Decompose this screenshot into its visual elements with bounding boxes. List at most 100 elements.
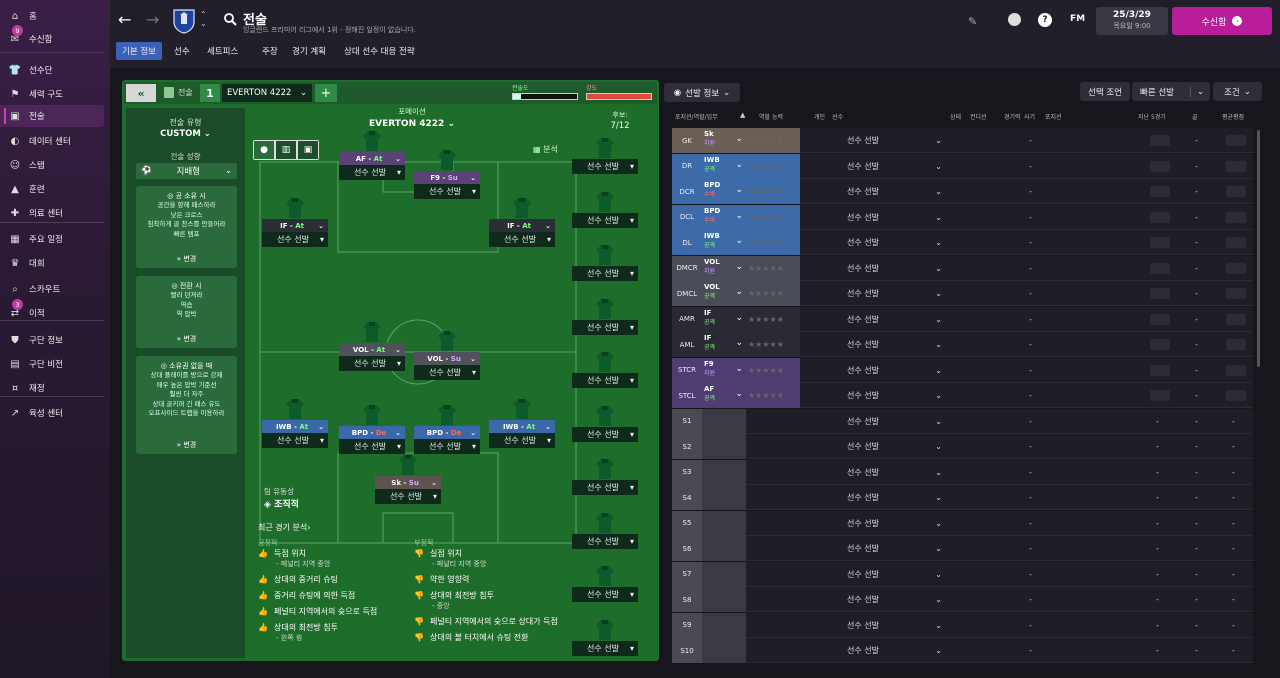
role-label[interactable]: VOL - At ⌄ bbox=[339, 343, 405, 356]
player-select[interactable]: 선수 선발 ⌄ bbox=[847, 536, 942, 561]
style-value[interactable]: CUSTOM ⌄ bbox=[126, 129, 245, 139]
player-select[interactable]: 선수 선발 ⌄ bbox=[847, 332, 942, 357]
reserve-slot[interactable]: 선수 선발 ▾ bbox=[572, 319, 638, 335]
analysis-button[interactable]: ▦ 분석 bbox=[533, 144, 558, 155]
role-label[interactable]: VOL - Su ⌄ bbox=[414, 352, 480, 365]
sidebar-item[interactable]: ▲ 훈련 bbox=[0, 178, 104, 200]
player-select[interactable]: 선수 선발 ⌄ bbox=[847, 358, 942, 383]
player-select[interactable]: 선수 선발 ▾ bbox=[262, 433, 328, 448]
scrollbar[interactable] bbox=[1257, 130, 1260, 367]
formation-select[interactable]: EVERTON 4222 ⌄ bbox=[362, 119, 462, 129]
column-header[interactable]: 개인 bbox=[814, 112, 825, 121]
tab[interactable]: 기본 정보 bbox=[116, 42, 162, 60]
player-select[interactable]: 선수 선발 ▾ bbox=[489, 433, 555, 448]
position-slot[interactable]: VOL - At ⌄ 선수 선발 ▾ bbox=[339, 343, 405, 371]
sidebar-item[interactable]: ⛊ 구단 정보 bbox=[0, 329, 104, 351]
forward-icon[interactable]: → bbox=[146, 12, 162, 28]
sidebar-item[interactable]: ⚑ 세력 구도 bbox=[0, 83, 104, 105]
table-row[interactable]: DLIWB공격⌄★★★★★선수 선발⌄---- bbox=[672, 230, 1253, 255]
collapse-button[interactable]: « bbox=[126, 84, 156, 102]
table-row[interactable]: S4 선수 선발 ⌄ - - - - bbox=[672, 485, 1253, 510]
table-row[interactable]: S10 선수 선발 ⌄ - - - - bbox=[672, 638, 1253, 663]
role-cell[interactable]: BPD 수비 ⌄ bbox=[702, 179, 746, 204]
table-row[interactable]: GKSk지원⌄★★★★★선수 선발⌄---- bbox=[672, 128, 1253, 153]
sidebar-item[interactable]: ✉ 수신함 9 bbox=[0, 25, 104, 50]
table-row[interactable]: S2 선수 선발 ⌄ - - - - bbox=[672, 434, 1253, 459]
position-slot[interactable]: IF - At ⌄ 선수 선발 ▾ bbox=[489, 219, 555, 247]
table-row[interactable]: STCRF9지원⌄★★★★★선수 선발⌄---- bbox=[672, 357, 1253, 383]
column-header[interactable]: 포지션/역할/임무 bbox=[675, 112, 718, 121]
player-select[interactable]: 선수 선발 ⌄ bbox=[847, 230, 942, 255]
player-select[interactable]: 선수 선발 ⌄ bbox=[847, 485, 942, 510]
tab[interactable]: 상대 선수 대응 전략 bbox=[338, 42, 421, 60]
tactic-slot[interactable]: 1 bbox=[200, 84, 220, 102]
reserve-slot[interactable]: 선수 선발 ▾ bbox=[572, 587, 638, 602]
sidebar-item[interactable]: ☺ 스탭 bbox=[0, 154, 104, 176]
table-row[interactable]: AMRIF공격⌄★★★★★선수 선발⌄---- bbox=[672, 306, 1253, 332]
table-row[interactable]: S1 선수 선발 ⌄ - - - - bbox=[672, 408, 1253, 434]
role-cell[interactable]: Sk 지원 ⌄ bbox=[702, 128, 746, 153]
player-select[interactable]: 선수 선발 ▾ bbox=[414, 439, 480, 454]
position-slot[interactable]: IF - At ⌄ 선수 선발 ▾ bbox=[262, 219, 328, 247]
table-row[interactable]: S9 선수 선발 ⌄ - - - - bbox=[672, 612, 1253, 638]
role-label[interactable]: Sk - Su ⌄ bbox=[375, 476, 441, 489]
tab[interactable]: 선수 bbox=[168, 42, 196, 60]
table-row[interactable]: STCLAF공격⌄★★★★★선수 선발⌄---- bbox=[672, 383, 1253, 408]
player-select[interactable]: 선수 선발 ▾ bbox=[262, 232, 328, 247]
player-select[interactable]: 선수 선발 ⌄ bbox=[847, 205, 942, 230]
player-select[interactable]: 선수 선발 ⌄ bbox=[847, 511, 942, 536]
role-label[interactable]: BPD - De ⌄ bbox=[339, 426, 405, 439]
help-icon[interactable]: ? bbox=[1038, 13, 1052, 27]
position-slot[interactable]: BPD - De ⌄ 선수 선발 ▾ bbox=[339, 426, 405, 454]
sidebar-item[interactable]: ↗ 육성 센터 bbox=[0, 402, 104, 424]
sidebar-item[interactable]: ▦ 주요 일정 bbox=[0, 228, 104, 250]
player-select[interactable]: 선수 선발 ▾ bbox=[414, 184, 480, 199]
tactic-name-select[interactable]: EVERTON 4222 ⌄ bbox=[222, 84, 312, 102]
player-select[interactable]: 선수 선발 ⌄ bbox=[847, 562, 942, 587]
player-select[interactable]: 선수 선발 ⌄ bbox=[847, 434, 942, 459]
tab[interactable]: 주장 bbox=[256, 42, 284, 60]
position-slot[interactable]: IWB - At ⌄ 선수 선발 ▾ bbox=[489, 420, 555, 448]
table-row[interactable]: DMCLVOL공격⌄★★★★★선수 선발⌄---- bbox=[672, 281, 1253, 306]
position-slot[interactable]: AF - At ⌄ 선수 선발 ▾ bbox=[339, 152, 405, 180]
player-select[interactable]: 선수 선발 ▾ bbox=[375, 489, 441, 504]
conditions-dropdown[interactable]: 조건 ⌄ bbox=[1213, 82, 1262, 101]
column-header[interactable]: 컨디션 bbox=[970, 112, 987, 121]
role-label[interactable]: IF - At ⌄ bbox=[489, 219, 555, 232]
reserve-slot[interactable]: 선수 선발 ▾ bbox=[572, 640, 638, 656]
table-row[interactable]: AMLIF공격⌄★★★★★선수 선발⌄---- bbox=[672, 332, 1253, 357]
player-select[interactable]: 선수 선발 ▾ bbox=[414, 365, 480, 380]
search-icon[interactable] bbox=[224, 13, 237, 29]
player-select[interactable]: 선수 선발 ▾ bbox=[339, 439, 405, 454]
player-select[interactable]: 선수 선발 ▾ bbox=[489, 232, 555, 247]
quick-pick-button[interactable]: 빠른 선발 ⌄ bbox=[1132, 82, 1210, 101]
bar-chart-icon[interactable]: ▥ bbox=[276, 141, 296, 159]
lineup-info-dropdown[interactable]: ◉ 선발 정보 ⌄ bbox=[664, 83, 740, 102]
role-cell[interactable]: VOL 지원 ⌄ bbox=[702, 255, 746, 281]
player-select[interactable]: 선수 선발 ▾ bbox=[339, 356, 405, 371]
position-slot[interactable]: VOL - Su ⌄ 선수 선발 ▾ bbox=[414, 352, 480, 380]
player-select[interactable]: 선수 선발 ⌄ bbox=[847, 307, 942, 332]
column-header[interactable]: 포지션 bbox=[1045, 112, 1062, 121]
role-label[interactable]: AF - At ⌄ bbox=[339, 152, 405, 165]
sidebar-item[interactable]: ⌂ 홈 bbox=[0, 5, 104, 27]
table-row[interactable]: S7 선수 선발 ⌄ - - - - bbox=[672, 561, 1253, 587]
role-label[interactable]: IWB - At ⌄ bbox=[262, 420, 328, 433]
player-select[interactable]: 선수 선발 ⌄ bbox=[847, 638, 942, 663]
player-select[interactable]: 선수 선발 ⌄ bbox=[847, 409, 942, 434]
date-box[interactable]: 25/3/29 목요일 9:00 bbox=[1096, 7, 1168, 35]
reserve-slot[interactable]: 선수 선발 ▾ bbox=[572, 212, 638, 228]
role-cell[interactable]: AF 공격 ⌄ bbox=[702, 383, 746, 408]
player-select[interactable]: 선수 선발 ⌄ bbox=[847, 154, 942, 179]
player-select[interactable]: 선수 선발 ⌄ bbox=[847, 383, 942, 408]
table-row[interactable]: DMCRVOL지원⌄★★★★★선수 선발⌄---- bbox=[672, 255, 1253, 281]
sidebar-item[interactable]: ▤ 구단 비전 bbox=[0, 353, 104, 375]
column-header[interactable]: 사기 bbox=[1024, 112, 1035, 121]
column-header[interactable]: 선수 bbox=[832, 112, 843, 121]
analysis-title[interactable]: 최근 경기 분석› bbox=[258, 522, 310, 533]
sidebar-item[interactable]: ◐ 데이터 센터 bbox=[0, 130, 104, 152]
position-slot[interactable]: IWB - At ⌄ 선수 선발 ▾ bbox=[262, 420, 328, 448]
table-row[interactable]: S5 선수 선발 ⌄ - - - - bbox=[672, 510, 1253, 536]
role-cell[interactable]: VOL 공격 ⌄ bbox=[702, 281, 746, 306]
role-cell[interactable]: BPD 수비 ⌄ bbox=[702, 204, 746, 230]
